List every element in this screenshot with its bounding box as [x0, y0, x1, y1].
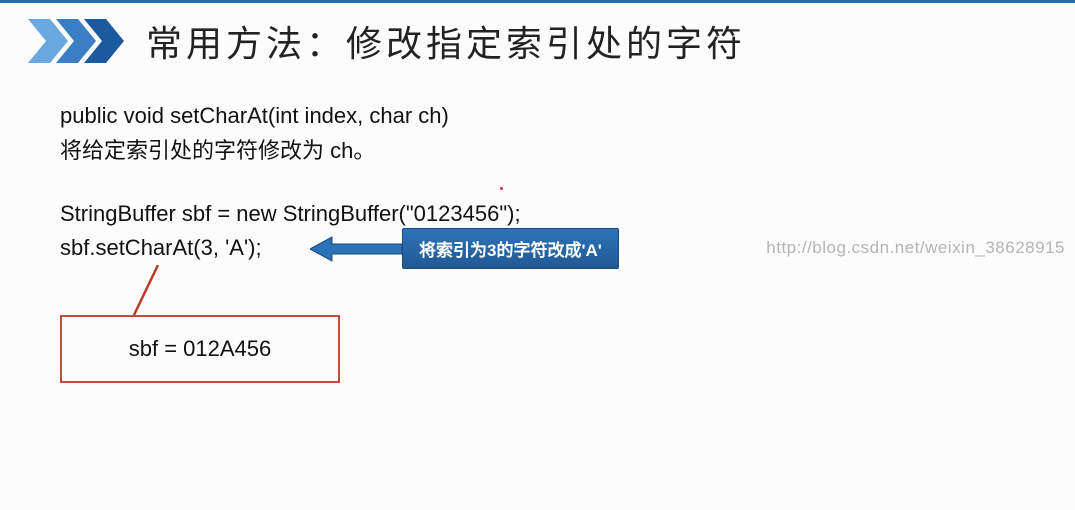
method-signature: public void setCharAt(int index, char ch… [60, 101, 1075, 132]
slide-title: 常用方法：修改指定索引处的字符 [146, 15, 746, 67]
watermark-text: http://blog.csdn.net/weixin_38628915 [766, 238, 1065, 258]
cursor-dot-icon [500, 187, 503, 190]
result-text: sbf = 012A456 [129, 336, 272, 362]
code-line-1: StringBuffer sbf = new StringBuffer("012… [60, 199, 1075, 230]
result-box: sbf = 012A456 [60, 315, 340, 383]
chevron-right-icon [28, 19, 128, 63]
method-description: 将给定索引处的字符修改为 ch。 [60, 136, 1075, 167]
callout-annotation: 将索引为3的字符改成'A' [310, 228, 619, 269]
slide-container: 常用方法：修改指定索引处的字符 public void setCharAt(in… [0, 3, 1075, 264]
connector-line-icon [128, 265, 168, 319]
arrow-left-icon [310, 235, 402, 263]
callout-label: 将索引为3的字符改成'A' [402, 228, 619, 269]
slide-header: 常用方法：修改指定索引处的字符 [0, 15, 1075, 67]
